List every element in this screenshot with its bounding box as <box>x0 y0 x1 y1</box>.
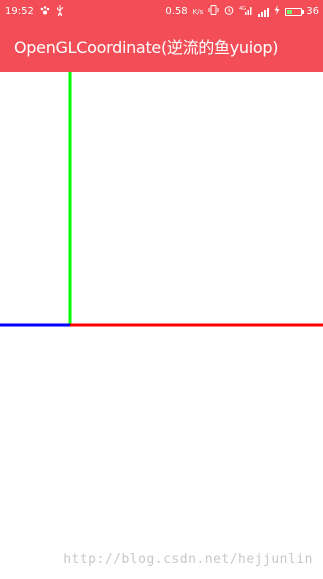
opengl-canvas[interactable]: http://blog.csdn.net/hejjunlin <box>0 72 323 579</box>
baidu-paw-icon <box>40 5 50 19</box>
app-bar: OpenGLCoordinate(逆流的鱼yuiop) <box>0 23 323 72</box>
network-speed-unit: K/s <box>192 7 204 16</box>
battery-tip <box>302 9 305 14</box>
battery-fill <box>287 9 292 14</box>
svg-text:4G: 4G <box>239 6 246 12</box>
signal-bars-icon <box>258 7 270 17</box>
battery-indicator: 36 <box>285 6 319 18</box>
status-right: 0.58 K/s 4G 36 <box>165 5 319 18</box>
app-screen: 19:52 0.58 K/s 4G 36 OpenGLCoordinate(逆流… <box>0 0 323 579</box>
usb-icon <box>56 5 64 19</box>
status-left: 19:52 <box>5 5 64 19</box>
coordinate-axes <box>0 72 323 327</box>
network-speed: 0.58 <box>165 5 188 17</box>
alarm-icon <box>224 5 234 18</box>
watermark: http://blog.csdn.net/hejjunlin <box>63 552 313 567</box>
status-time: 19:52 <box>5 6 34 17</box>
status-bar: 19:52 0.58 K/s 4G 36 <box>0 0 323 23</box>
charging-bolt-icon <box>274 5 280 18</box>
vibrate-icon <box>208 5 219 18</box>
battery-level: 36 <box>306 5 319 17</box>
battery-icon <box>285 7 303 16</box>
page-title: OpenGLCoordinate(逆流的鱼yuiop) <box>14 38 279 57</box>
signal-4g-icon: 4G <box>239 5 253 18</box>
